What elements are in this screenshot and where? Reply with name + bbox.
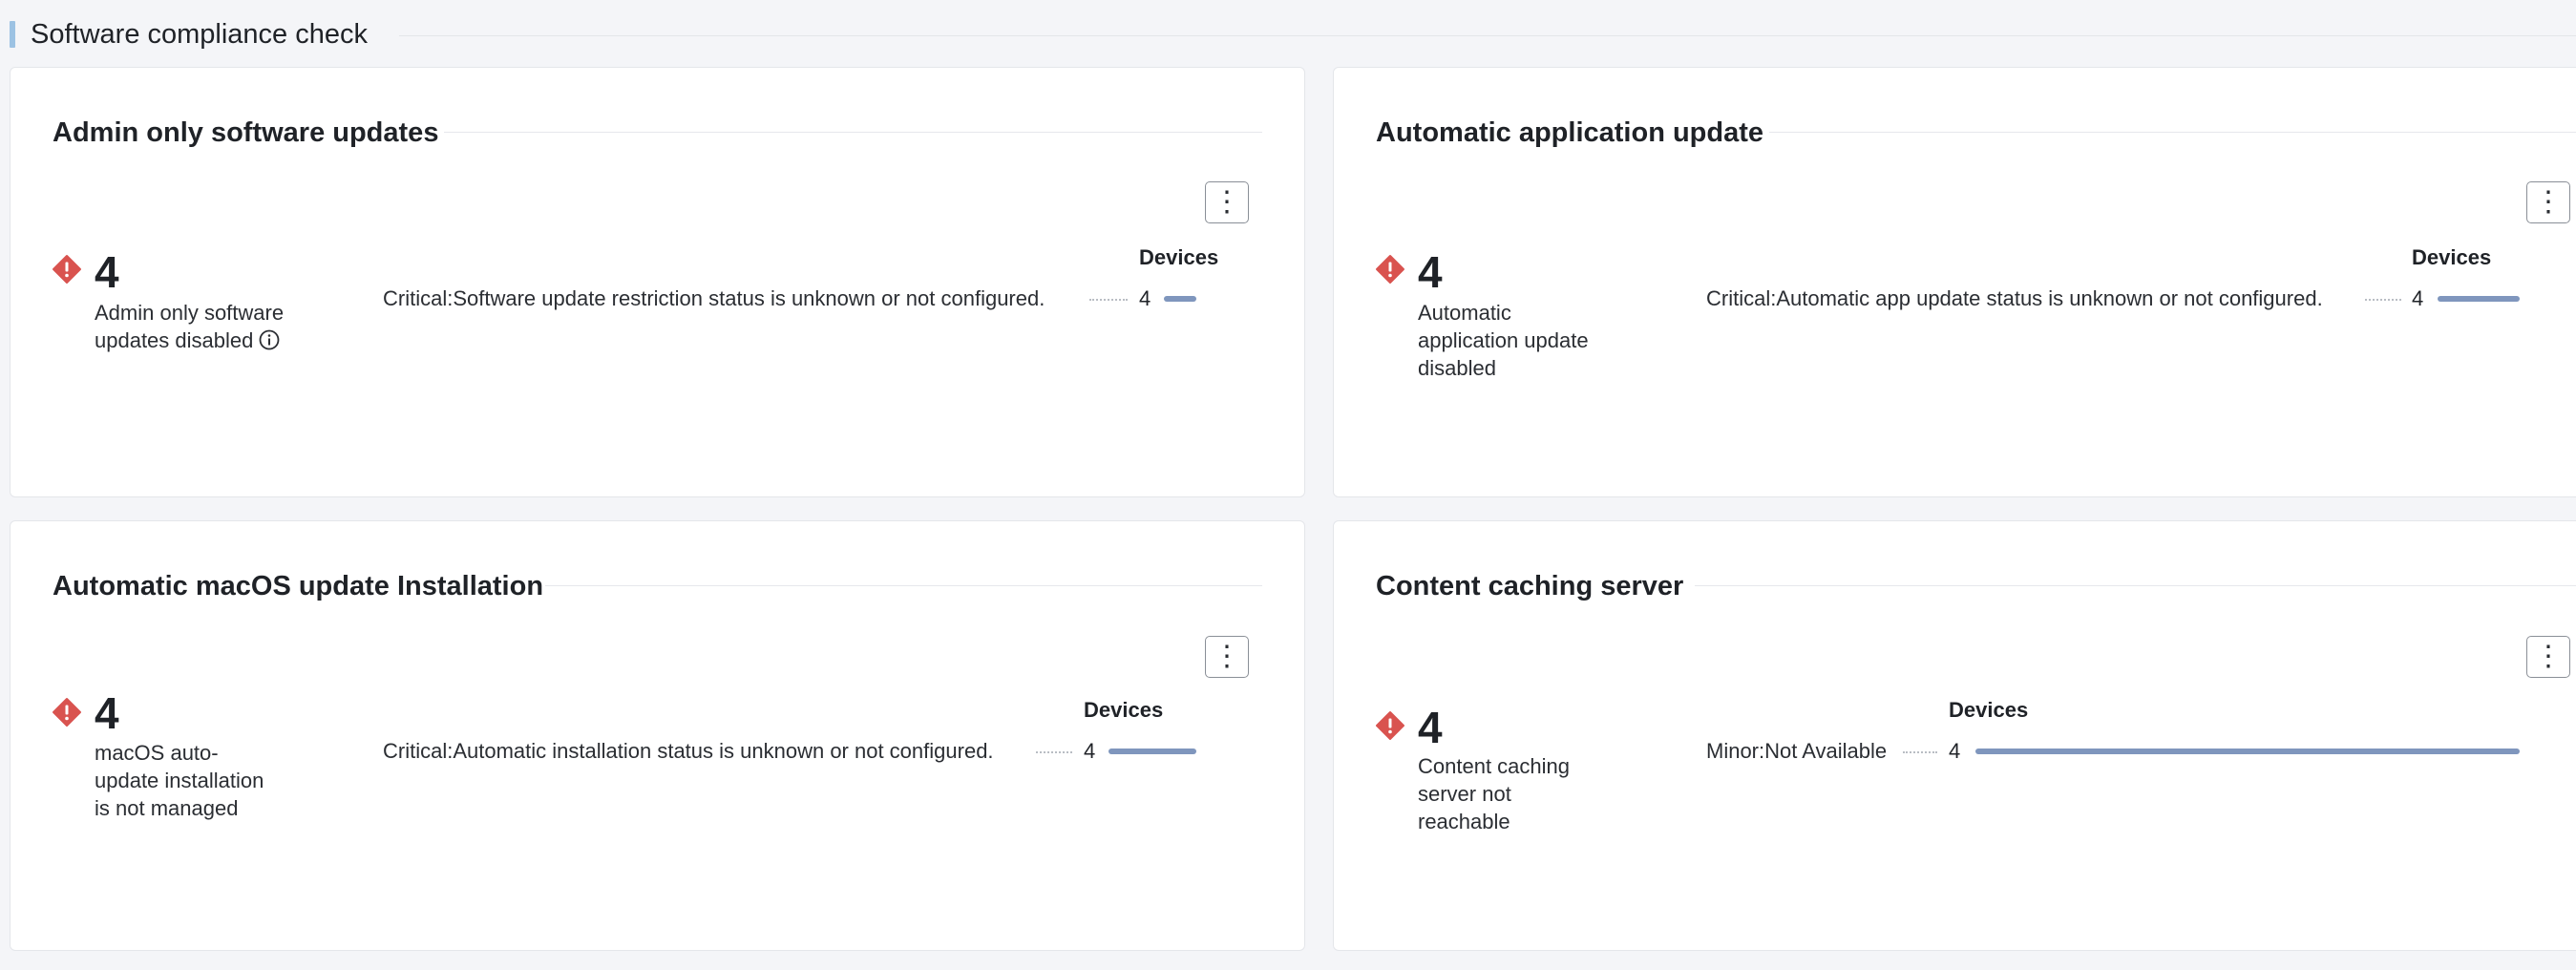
card-title: Admin only software updates bbox=[53, 117, 439, 148]
status-label: macOS auto-update installation is not ma… bbox=[95, 739, 271, 822]
devices-column-header: Devices bbox=[2412, 245, 2492, 269]
info-circle-icon[interactable] bbox=[259, 329, 280, 350]
card-title-divider bbox=[444, 132, 1262, 133]
section-divider bbox=[399, 35, 2576, 36]
compliance-card-content-caching-server: Content caching server ⋮ 4 Content cachi… bbox=[1333, 520, 2576, 951]
compliance-card-admin-only-updates: Admin only software updates ⋮ 4 Admin on… bbox=[10, 67, 1305, 497]
kebab-menu-icon: ⋮ bbox=[2534, 186, 2563, 218]
critical-diamond-icon bbox=[1376, 255, 1404, 284]
breakdown-row-bar[interactable] bbox=[2438, 296, 2520, 302]
compliance-card-automatic-application-update: Automatic application update ⋮ 4 Automat… bbox=[1333, 67, 2576, 497]
status-label: Content caching server not reachable bbox=[1418, 752, 1590, 835]
breakdown-row-leader bbox=[1903, 751, 1937, 753]
card-title-divider bbox=[545, 585, 1262, 586]
card-menu-button[interactable]: ⋮ bbox=[2526, 181, 2570, 223]
status-label-text: Admin only software updates disabled bbox=[95, 301, 285, 352]
card-title-divider bbox=[1769, 132, 2576, 133]
status-count: 4 bbox=[95, 688, 119, 738]
status-label: Automatic application update disabled bbox=[1418, 299, 1590, 382]
kebab-menu-icon: ⋮ bbox=[1213, 641, 1241, 672]
breakdown-row-leader bbox=[2365, 299, 2401, 301]
breakdown-row-label: Critical:Software update restriction sta… bbox=[383, 286, 1045, 310]
breakdown-row-bar[interactable] bbox=[1109, 749, 1196, 754]
critical-diamond-icon bbox=[53, 255, 81, 284]
breakdown-row-bar[interactable] bbox=[1975, 749, 2520, 754]
compliance-card-automatic-macos-update: Automatic macOS update Installation ⋮ 4 … bbox=[10, 520, 1305, 951]
breakdown-row-value: 4 bbox=[1949, 739, 1961, 763]
devices-column-header: Devices bbox=[1139, 245, 1219, 269]
card-title: Automatic application update bbox=[1376, 117, 1764, 148]
kebab-menu-icon: ⋮ bbox=[1213, 186, 1241, 218]
status-label-text: macOS auto-update installation is not ma… bbox=[95, 741, 264, 820]
critical-diamond-icon bbox=[53, 698, 81, 727]
card-menu-button[interactable]: ⋮ bbox=[1205, 181, 1249, 223]
devices-column-header: Devices bbox=[1084, 698, 1164, 722]
devices-column-header: Devices bbox=[1949, 698, 2029, 722]
breakdown-row-leader bbox=[1036, 751, 1072, 753]
kebab-menu-icon: ⋮ bbox=[2534, 641, 2563, 672]
breakdown-row-bar[interactable] bbox=[1164, 296, 1196, 302]
breakdown-row-label: Minor:Not Available bbox=[1706, 739, 1888, 763]
card-title: Automatic macOS update Installation bbox=[53, 571, 544, 601]
card-menu-button[interactable]: ⋮ bbox=[2526, 636, 2570, 678]
breakdown-row-label: Critical:Automatic installation status i… bbox=[383, 739, 994, 763]
breakdown-row-value: 4 bbox=[2412, 286, 2424, 310]
status-label-text: Content caching server not reachable bbox=[1418, 754, 1570, 833]
section-title: Software compliance check bbox=[31, 19, 368, 50]
breakdown-row-value: 4 bbox=[1139, 286, 1151, 310]
status-count: 4 bbox=[1418, 247, 1443, 297]
status-count: 4 bbox=[95, 247, 119, 297]
status-label-text: Automatic application update disabled bbox=[1418, 301, 1589, 380]
critical-diamond-icon bbox=[1376, 711, 1404, 740]
status-count: 4 bbox=[1418, 703, 1443, 752]
breakdown-row-leader bbox=[1089, 299, 1128, 301]
card-title: Content caching server bbox=[1376, 571, 1684, 601]
status-label: Admin only software updates disabled bbox=[95, 299, 285, 354]
card-title-divider bbox=[1695, 585, 2576, 586]
section-header: Software compliance check bbox=[8, 15, 2576, 55]
breakdown-row-value: 4 bbox=[1084, 739, 1096, 763]
breakdown-row-label: Critical:Automatic app update status is … bbox=[1706, 286, 2323, 310]
card-menu-button[interactable]: ⋮ bbox=[1205, 636, 1249, 678]
section-accent-bar bbox=[10, 21, 15, 48]
